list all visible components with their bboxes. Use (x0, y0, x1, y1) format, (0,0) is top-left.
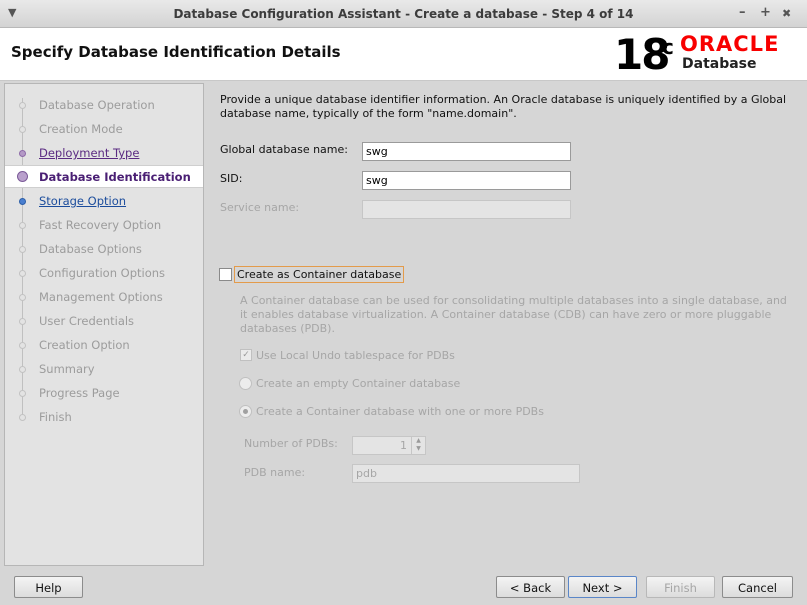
step-current-icon (17, 171, 28, 182)
maximize-icon[interactable]: + (760, 5, 771, 20)
cancel-button[interactable]: Cancel (722, 576, 793, 598)
step-label: Fast Recovery Option (39, 218, 162, 232)
step-dot-icon (19, 198, 26, 205)
step-user-credentials: User Credentials (5, 310, 203, 332)
step-navigator: Database Operation Creation Mode Deploym… (4, 83, 204, 566)
help-button[interactable]: Help (14, 576, 83, 598)
step-finish: Finish (5, 406, 203, 428)
step-dot-icon (19, 414, 26, 421)
step-dot-icon (19, 366, 26, 373)
sid-label: SID: (220, 172, 243, 185)
local-undo-label: Use Local Undo tablespace for PDBs (256, 349, 455, 362)
step-label: Configuration Options (39, 266, 166, 280)
step-creation-mode: Creation Mode (5, 118, 203, 140)
step-label: Database Operation (39, 98, 155, 112)
container-db-description: A Container database can be used for con… (240, 294, 787, 335)
main-content: Provide a unique database identifier inf… (210, 83, 803, 566)
logo-version: 18 (614, 30, 670, 79)
step-label: User Credentials (39, 314, 135, 328)
step-database-options: Database Options (5, 238, 203, 260)
page-description: Provide a unique database identifier inf… (220, 93, 787, 120)
container-db-checkbox[interactable] (219, 268, 232, 281)
step-management-options: Management Options (5, 286, 203, 308)
step-dot-icon (19, 222, 26, 229)
page-header: Specify Database Identification Details … (0, 28, 807, 81)
step-dot-icon (19, 246, 26, 253)
step-label: Summary (39, 362, 95, 376)
logo-brand: ORACLE (680, 32, 780, 56)
step-dot-icon (19, 318, 26, 325)
cdb-with-pdbs-radio[interactable] (239, 405, 252, 418)
step-configuration-options: Configuration Options (5, 262, 203, 284)
stepper-arrows-icon[interactable]: ▲ ▼ (411, 437, 425, 454)
window-title: Database Configuration Assistant - Creat… (173, 7, 634, 21)
empty-cdb-radio[interactable] (239, 377, 252, 390)
step-dot-icon (19, 126, 26, 133)
service-name-label: Service name: (220, 201, 300, 214)
step-dot-icon (19, 102, 26, 109)
local-undo-checkbox[interactable]: ✓ (240, 349, 252, 361)
pdb-name-input[interactable]: pdb (352, 464, 580, 483)
step-label: Creation Option (39, 338, 130, 352)
step-database-identification: Database Identification (5, 165, 203, 188)
back-button[interactable]: < Back (496, 576, 565, 598)
num-pdbs-stepper[interactable]: 1 ▲ ▼ (352, 436, 426, 455)
window-titlebar: ▼ Database Configuration Assistant - Cre… (0, 0, 807, 28)
pdb-name-label: PDB name: (244, 466, 306, 479)
step-label: Progress Page (39, 386, 120, 400)
cdb-with-pdbs-label: Create a Container database with one or … (256, 405, 544, 418)
step-dot-icon (19, 390, 26, 397)
num-pdbs-value: 1 (400, 439, 407, 452)
sid-input[interactable] (362, 171, 571, 190)
global-db-name-input[interactable] (362, 142, 571, 161)
step-deployment-type[interactable]: Deployment Type (5, 142, 203, 164)
service-name-input[interactable] (362, 200, 571, 219)
logo-product: Database (682, 56, 757, 72)
oracle-logo: 18 c ORACLE Database (614, 32, 794, 77)
step-label: Finish (39, 410, 72, 424)
step-label[interactable]: Deployment Type (39, 146, 139, 160)
step-label: Database Identification (39, 170, 191, 184)
finish-button[interactable]: Finish (646, 576, 715, 598)
logo-version-sup: c (662, 35, 674, 59)
step-label: Database Options (39, 242, 142, 256)
minimize-icon[interactable]: – (739, 5, 746, 20)
page-title: Specify Database Identification Details (11, 43, 341, 61)
step-database-operation: Database Operation (5, 94, 203, 116)
step-creation-option: Creation Option (5, 334, 203, 356)
close-icon[interactable]: ✖ (782, 7, 791, 20)
step-dot-icon (19, 150, 26, 157)
global-db-name-label: Global database name: (220, 143, 348, 156)
step-label[interactable]: Storage Option (39, 194, 126, 208)
step-dot-icon (19, 294, 26, 301)
empty-cdb-label: Create an empty Container database (256, 377, 461, 390)
step-fast-recovery-option: Fast Recovery Option (5, 214, 203, 236)
container-db-label[interactable]: Create as Container database (234, 266, 405, 283)
step-progress-page: Progress Page (5, 382, 203, 404)
step-label: Management Options (39, 290, 163, 304)
num-pdbs-label: Number of PDBs: (244, 437, 338, 450)
step-dot-icon (19, 270, 26, 277)
next-button[interactable]: Next > (568, 576, 637, 598)
step-dot-icon (19, 342, 26, 349)
step-storage-option[interactable]: Storage Option (5, 190, 203, 212)
step-summary: Summary (5, 358, 203, 380)
step-label: Creation Mode (39, 122, 123, 136)
